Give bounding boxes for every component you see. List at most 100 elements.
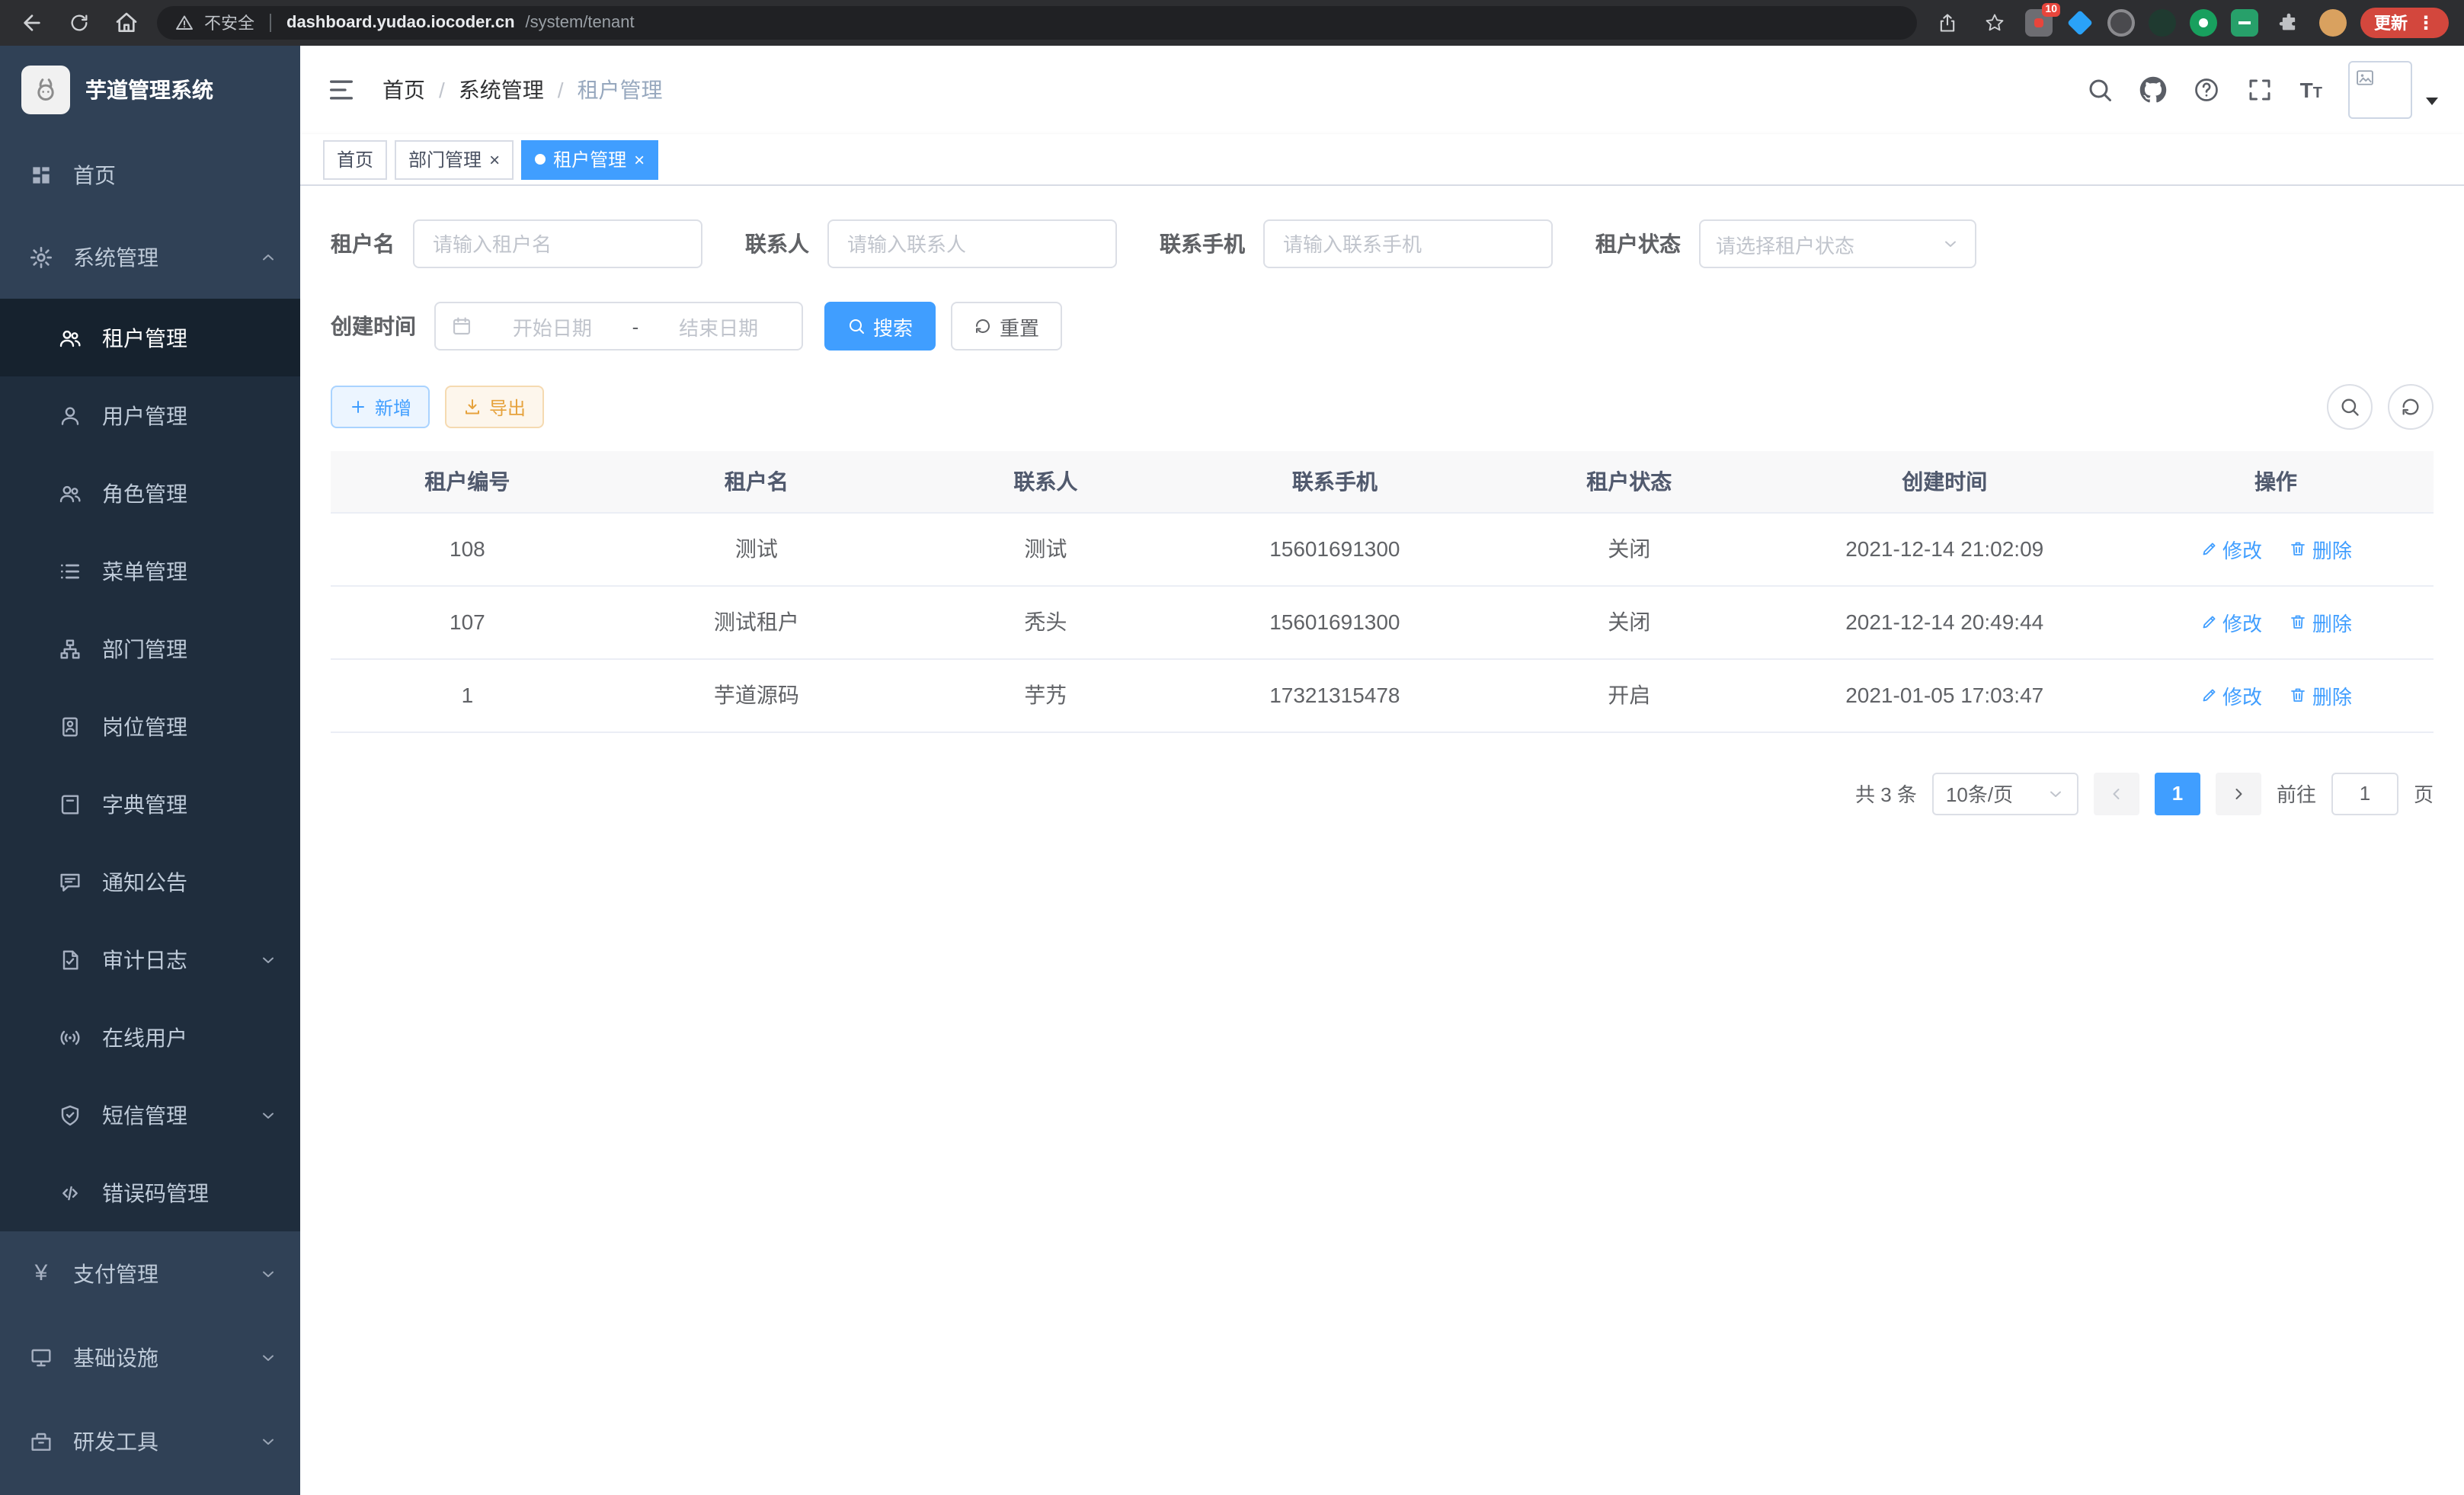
url-domain: dashboard.yudao.iocoder.cn [286,14,515,32]
github-icon[interactable] [2140,76,2168,104]
extension-icon-3[interactable] [2107,9,2135,37]
sidebar-item-menu[interactable]: 菜单管理 [0,532,300,610]
table-toolbar: 新增 导出 [331,384,2434,430]
sidebar-toggle-button[interactable] [326,75,357,105]
sidebar-item-role[interactable]: 角色管理 [0,454,300,532]
header-search-icon[interactable] [2087,76,2114,104]
breadcrumb-system[interactable]: 系统管理 [459,75,544,105]
browser-toolbar: 不安全 dashboard.yudao.iocoder.cn/system/te… [0,0,2464,46]
sidebar-item-sms[interactable]: 短信管理 [0,1076,300,1154]
browser-reload-button[interactable] [62,6,96,40]
extensions-puzzle-icon[interactable] [2272,6,2306,40]
online-icon [58,1025,82,1049]
close-icon[interactable]: × [634,150,645,168]
sidebar-item-home[interactable]: 首页 [0,134,300,216]
sidebar-item-online-user[interactable]: 在线用户 [0,998,300,1076]
browser-update-button[interactable]: 更新 ⋮ [2360,8,2449,38]
cell-phone: 15601691300 [1182,512,1487,585]
edit-button[interactable]: 修改 [2200,607,2262,636]
add-button[interactable]: 新增 [331,386,430,428]
share-button[interactable] [1931,6,1964,40]
tenant-name-input[interactable] [413,219,702,268]
goto-label: 前往 [2277,779,2316,808]
next-page-button[interactable] [2216,772,2261,815]
extension-icon-4[interactable] [2149,9,2176,37]
address-bar[interactable]: 不安全 dashboard.yudao.iocoder.cn/system/te… [157,6,1917,40]
sidebar-item-notice[interactable]: 通知公告 [0,843,300,920]
edit-button[interactable]: 修改 [2200,680,2262,709]
cell-created: 2021-12-14 21:02:09 [1771,512,2118,585]
help-icon[interactable] [2194,76,2221,104]
export-button[interactable]: 导出 [445,386,544,428]
goto-page-input[interactable] [2331,772,2398,815]
cell-contact: 秃头 [909,585,1182,658]
browser-home-button[interactable] [110,6,143,40]
sidebar-item-audit-log[interactable]: 审计日志 [0,920,300,998]
home-icon [29,163,53,187]
bookmark-star-button[interactable] [1978,6,2011,40]
toggle-search-button[interactable] [2327,384,2373,430]
page-content: 租户名 联系人 联系手机 租户状态 请选择租户状态 [300,186,2464,1495]
sidebar-item-system[interactable]: 系统管理 [0,216,300,299]
tab-home[interactable]: 首页 [323,139,387,179]
avatar-caret-icon[interactable] [2426,97,2438,104]
close-icon[interactable]: × [489,150,500,168]
fullscreen-icon[interactable] [2247,76,2274,104]
sidebar-item-devtools[interactable]: 研发工具 [0,1399,300,1483]
cell-phone: 17321315478 [1182,658,1487,731]
create-time-label: 创建时间 [331,311,416,341]
sidebar-item-dict[interactable]: 字典管理 [0,765,300,843]
sidebar-item-infra[interactable]: 基础设施 [0,1315,300,1399]
tool-icon [29,1429,53,1453]
extension-icon-2[interactable] [2066,9,2094,37]
delete-button[interactable]: 删除 [2290,534,2352,563]
page-size-select[interactable]: 10条/页 [1932,772,2078,815]
extension-badge: 10 [2042,3,2060,17]
url-path: /system/tenant [526,14,635,32]
tab-dept[interactable]: 部门管理 × [395,139,514,179]
phone-input[interactable] [1263,219,1553,268]
browser-back-button[interactable] [15,6,49,40]
delete-button[interactable]: 删除 [2290,607,2352,636]
extension-icon-5[interactable] [2190,9,2217,37]
search-button[interactable]: 搜索 [824,302,936,351]
extension-icon-1[interactable]: 10 [2025,9,2053,37]
browser-menu-icon[interactable]: ⋮ [2417,14,2435,32]
cell-contact: 芋艿 [909,658,1182,731]
system-submenu: 租户管理 用户管理 角色管理 菜单管理 部门管理 [0,299,300,1231]
date-range-picker[interactable]: 开始日期 - 结束日期 [434,302,803,351]
breadcrumb-current: 租户管理 [578,75,663,105]
tab-tenant[interactable]: 租户管理 × [521,139,658,179]
cell-created: 2021-01-05 17:03:47 [1771,658,2118,731]
cell-contact: 测试 [909,512,1182,585]
sidebar-item-post[interactable]: 岗位管理 [0,687,300,765]
sidebar-item-tenant[interactable]: 租户管理 [0,299,300,376]
refresh-icon [974,317,992,335]
not-secure-label: 不安全 [204,11,254,35]
breadcrumb-home[interactable]: 首页 [382,75,425,105]
filter-create-time: 创建时间 开始日期 - 结束日期 [331,302,803,351]
browser-profile-avatar[interactable] [2319,9,2347,37]
delete-button[interactable]: 删除 [2290,680,2352,709]
refresh-table-button[interactable] [2388,384,2434,430]
trash-icon [2290,539,2308,558]
sidebar-item-user[interactable]: 用户管理 [0,376,300,454]
prev-page-button[interactable] [2094,772,2139,815]
edit-button[interactable]: 修改 [2200,534,2262,563]
trash-icon [2290,686,2308,704]
table-header-row: 租户编号 租户名 联系人 联系手机 租户状态 创建时间 操作 [331,451,2434,512]
font-size-icon[interactable]: TT [2300,78,2322,102]
page-number-1[interactable]: 1 [2155,772,2200,815]
contact-input[interactable] [827,219,1117,268]
sidebar-item-dept[interactable]: 部门管理 [0,610,300,687]
extension-icon-6[interactable] [2231,9,2258,37]
user-avatar[interactable] [2348,61,2412,119]
reset-button[interactable]: 重置 [951,302,1062,351]
status-select[interactable]: 请选择租户状态 [1699,219,1976,268]
table-row: 108 测试 测试 15601691300 关闭 2021-12-14 21:0… [331,512,2434,585]
app-logo[interactable]: 芋道管理系统 [0,46,300,134]
sidebar-item-payment[interactable]: ¥ 支付管理 [0,1231,300,1315]
cell-tenant-name: 测试 [604,512,909,585]
status-label: 租户状态 [1595,229,1681,259]
sidebar-item-error-code[interactable]: 错误码管理 [0,1154,300,1231]
